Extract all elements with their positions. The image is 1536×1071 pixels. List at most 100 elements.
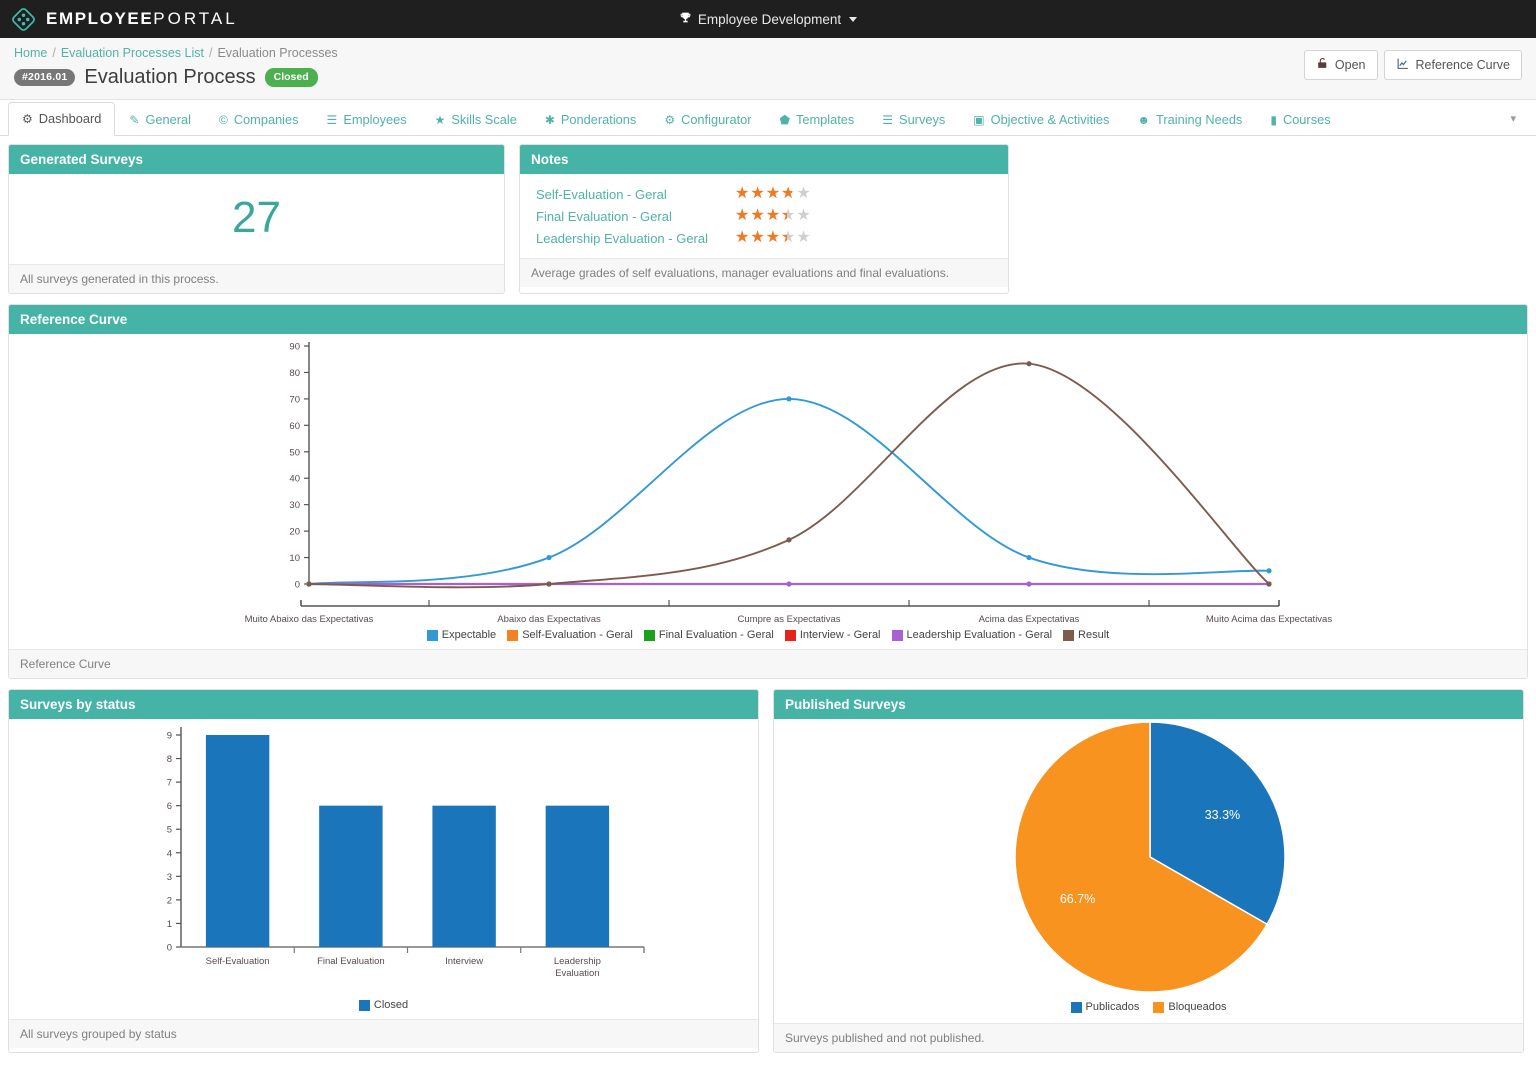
legend-item[interactable]: Self-Evaluation - Geral xyxy=(507,629,633,641)
brand-name-light: PORTAL xyxy=(153,9,238,28)
tab-skills-scale[interactable]: ★ Skills Scale xyxy=(421,103,531,136)
tab-courses[interactable]: ▮ Courses xyxy=(1256,103,1344,136)
generated-surveys-title: Generated Surveys xyxy=(9,145,504,174)
rating-stars: ★★★★★★★★★★ xyxy=(735,206,812,226)
svg-text:7: 7 xyxy=(167,778,172,789)
list-icon: ☰ xyxy=(326,112,338,127)
legend-swatch xyxy=(1063,629,1075,641)
published-surveys-chart: 33.3% 66.7% Publicados Bloqueados xyxy=(774,719,1523,1023)
tab-employees[interactable]: ☰ Employees xyxy=(313,103,421,136)
svg-text:40: 40 xyxy=(289,474,300,485)
asterisk-icon: ✱ xyxy=(544,112,555,127)
svg-text:80: 80 xyxy=(289,368,300,379)
svg-text:Muito Acima das Expectativas: Muito Acima das Expectativas xyxy=(1206,614,1332,624)
generated-surveys-body: 27 xyxy=(9,174,504,264)
note-label[interactable]: Leadership Evaluation - Geral xyxy=(520,231,735,246)
legend-swatch xyxy=(426,629,438,641)
star-icon-filled: ★★★★★ xyxy=(735,207,787,224)
notes-panel: Notes Self-Evaluation - Geral★★★★★★★★★★F… xyxy=(519,144,1009,294)
bar[interactable] xyxy=(205,735,270,947)
svg-text:Cumpre as Expectativas: Cumpre as Expectativas xyxy=(738,614,841,624)
surveys-by-status-legend: Closed xyxy=(9,997,758,1019)
tab-ponderations[interactable]: ✱ Ponderations xyxy=(531,103,650,136)
tab-surveys[interactable]: ☰ Surveys xyxy=(868,103,959,136)
surveys-by-status-panel: Surveys by status 0 1 2 3 4 5 6 7 8 9 Self-Evaluat… xyxy=(8,689,759,1053)
legend-label: Expectable xyxy=(441,629,497,641)
surveys-by-status-svg: 0 1 2 3 4 5 6 7 8 9 Self-Evaluation Final Evaluatio… xyxy=(167,727,645,979)
tab-configurator[interactable]: ⚙ Configurator xyxy=(650,103,765,136)
tab-companies[interactable]: © Companies xyxy=(205,103,313,136)
legend-item[interactable]: Closed xyxy=(358,999,408,1011)
tabs-overflow-caret-down-icon[interactable]: ▾ xyxy=(1510,112,1528,135)
open-button[interactable]: Open xyxy=(1303,50,1378,80)
tab-dashboard[interactable]: ⚙ Dashboard xyxy=(8,102,116,136)
published-surveys-svg: 33.3% 66.7% xyxy=(1014,721,1286,993)
tab-label: Templates xyxy=(795,112,855,127)
tab-label: Dashboard xyxy=(38,111,102,126)
caret-down-icon xyxy=(849,16,858,22)
process-id-badge: #2016.01 xyxy=(14,69,76,86)
legend-item[interactable]: Bloqueados xyxy=(1153,1001,1226,1013)
legend-item[interactable]: Final Evaluation - Geral xyxy=(643,629,774,641)
legend-item[interactable]: Publicados xyxy=(1070,1001,1140,1013)
svg-text:1: 1 xyxy=(167,919,172,930)
status-badge: Closed xyxy=(264,68,318,87)
bar[interactable] xyxy=(545,805,610,947)
svg-text:Acima das Expectativas: Acima das Expectativas xyxy=(979,614,1080,624)
breadcrumb-evaluation-processes-list[interactable]: Evaluation Processes List xyxy=(61,46,204,60)
tab-label: Courses xyxy=(1282,112,1331,127)
star-icon: ★ xyxy=(434,112,446,127)
bar[interactable] xyxy=(432,805,496,947)
brand-logo[interactable]: EMPLOYEEPORTAL xyxy=(0,6,238,33)
book-icon: ▮ xyxy=(1270,112,1277,127)
open-button-label: Open xyxy=(1334,58,1366,72)
pie-slice-label: 66.7% xyxy=(1060,892,1095,906)
legend-swatch xyxy=(891,629,903,641)
breadcrumb-separator-2: / xyxy=(208,46,213,60)
breadcrumb-home[interactable]: Home xyxy=(14,46,47,60)
svg-text:3: 3 xyxy=(167,872,172,883)
generated-surveys-footer: All surveys generated in this process. xyxy=(9,264,504,293)
page-header-area: Home / Evaluation Processes List / Evaluatio… xyxy=(0,38,1536,100)
summary-row: Generated Surveys 27 All surveys generat… xyxy=(8,144,1528,304)
tab-objective-activities[interactable]: ▣ Objective & Activities xyxy=(959,103,1123,136)
published-surveys-legend: Publicados Bloqueados xyxy=(774,997,1523,1023)
reference-curve-button[interactable]: Reference Curve xyxy=(1383,50,1522,80)
legend-swatch xyxy=(1153,1001,1165,1013)
tab-label: Objective & Activities xyxy=(990,112,1110,127)
series-result xyxy=(306,361,1272,589)
legend-item[interactable]: Leadership Evaluation - Geral xyxy=(891,629,1052,641)
legend-label: Self-Evaluation - Geral xyxy=(522,629,633,641)
note-label[interactable]: Self-Evaluation - Geral xyxy=(520,187,735,202)
svg-text:6: 6 xyxy=(167,801,172,812)
nav-employee-development-label: Employee Development xyxy=(697,11,842,27)
legend-swatch xyxy=(643,629,655,641)
published-surveys-title: Published Surveys xyxy=(774,690,1523,719)
svg-text:30: 30 xyxy=(289,500,300,511)
published-surveys-footer: Surveys published and not published. xyxy=(774,1023,1523,1052)
header-actions: Open Reference Curve xyxy=(1303,50,1522,80)
legend-item[interactable]: Result xyxy=(1063,629,1109,641)
svg-text:60: 60 xyxy=(289,421,300,432)
svg-text:0: 0 xyxy=(167,943,172,954)
tab-label: Employees xyxy=(343,112,407,127)
nav-employee-development[interactable]: Employee Development xyxy=(679,11,858,27)
legend-item[interactable]: Expectable xyxy=(426,629,497,641)
svg-text:90: 90 xyxy=(289,342,300,353)
legend-item[interactable]: Interview - Geral xyxy=(784,629,881,641)
tab-general[interactable]: ✎ General xyxy=(115,103,205,136)
star-icon-filled: ★★★★★ xyxy=(735,229,787,246)
legend-swatch xyxy=(358,999,370,1011)
notes-footer: Average grades of self evaluations, mana… xyxy=(520,258,1008,287)
reference-curve-legend: Expectable Self-Evaluation - Geral Final E… xyxy=(9,627,1527,649)
note-label[interactable]: Final Evaluation - Geral xyxy=(520,209,735,224)
svg-text:Final Evaluation: Final Evaluation xyxy=(317,956,385,967)
breadcrumb: Home / Evaluation Processes List / Evaluatio… xyxy=(14,46,1522,60)
tab-training-needs[interactable]: ☻ Training Needs xyxy=(1123,103,1256,136)
tab-templates[interactable]: ⬟ Templates xyxy=(766,103,869,136)
legend-label: Publicados xyxy=(1085,1001,1140,1013)
bar[interactable] xyxy=(319,805,383,947)
list-icon: ☰ xyxy=(882,112,894,127)
series-leadership-evaluation-geral xyxy=(306,581,1272,587)
reference-curve-button-label: Reference Curve xyxy=(1415,58,1511,72)
